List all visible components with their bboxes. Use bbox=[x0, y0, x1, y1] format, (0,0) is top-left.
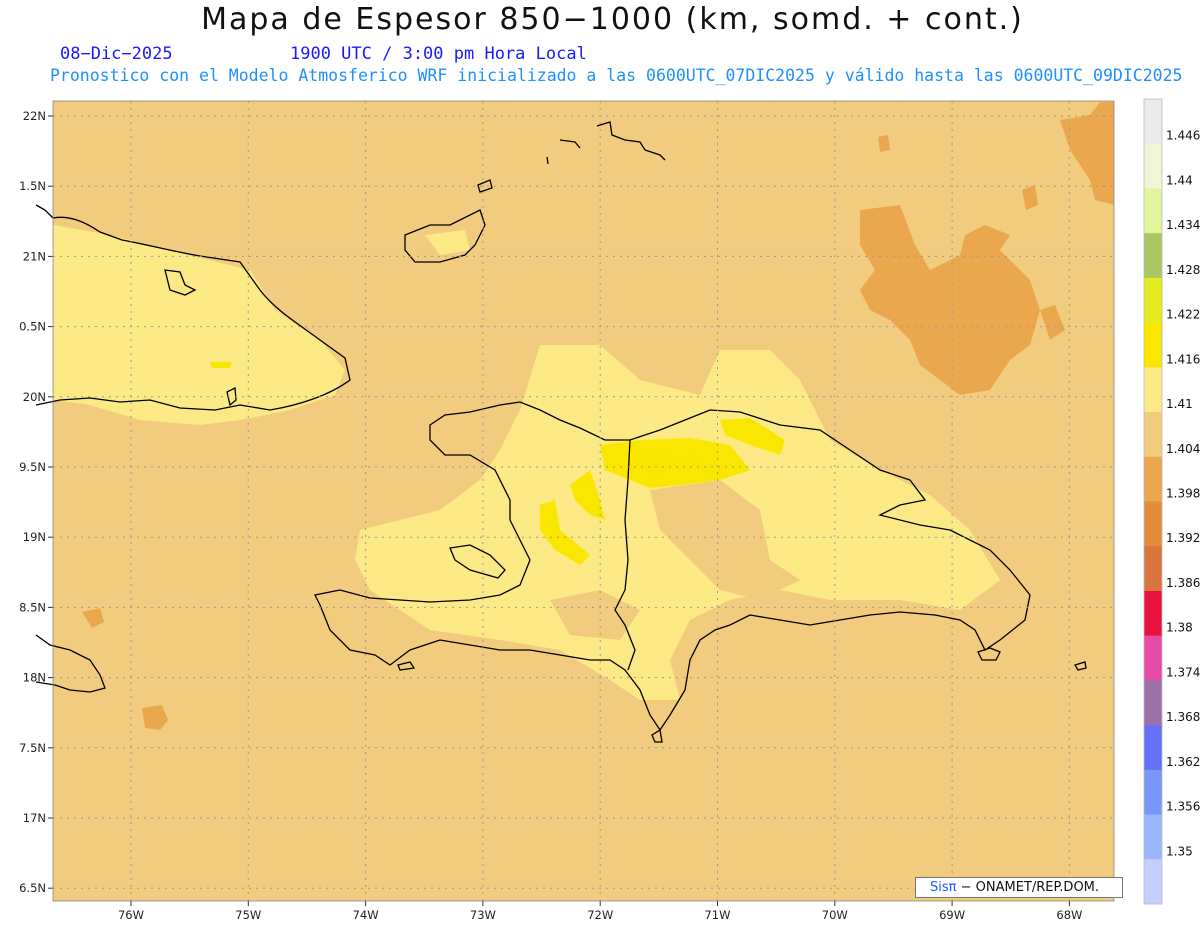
thickness-max-cuba bbox=[210, 362, 232, 368]
colorbar-label: 1.422 bbox=[1166, 308, 1200, 322]
colorbar-label: 1.434 bbox=[1166, 218, 1200, 232]
colorbar-swatch bbox=[1144, 456, 1162, 502]
lat-label: 21N bbox=[23, 249, 46, 263]
lat-label: 19N bbox=[23, 530, 46, 544]
colorbar-label: 1.38 bbox=[1166, 621, 1193, 635]
colorbar-swatch bbox=[1144, 859, 1162, 905]
colorbar-swatch bbox=[1144, 725, 1162, 771]
lat-label: 0.5N bbox=[19, 320, 46, 334]
colorbar-swatch bbox=[1144, 99, 1162, 145]
colorbar-swatch bbox=[1144, 501, 1162, 547]
lon-label: 74W bbox=[353, 908, 379, 922]
colorbar-swatch bbox=[1144, 769, 1162, 815]
colorbar-label: 1.398 bbox=[1166, 487, 1200, 501]
colorbar-label: 1.41 bbox=[1166, 397, 1193, 411]
lon-label: 71W bbox=[704, 908, 730, 922]
lat-label: 8.5N bbox=[19, 600, 46, 614]
colorbar-swatch bbox=[1144, 233, 1162, 279]
colorbar-label: 1.428 bbox=[1166, 263, 1200, 277]
colorbar: 1.446 1.44 1.434 1.428 1.422 1.416 1.41 1.404 1.… bbox=[1143, 98, 1200, 905]
coastline-cuba-north bbox=[35, 204, 54, 219]
colorbar-label: 1.368 bbox=[1166, 710, 1200, 724]
lat-label: 20N bbox=[23, 390, 46, 404]
lon-label: 76W bbox=[118, 908, 144, 922]
colorbar-swatch bbox=[1144, 277, 1162, 323]
lat-label: 17N bbox=[23, 811, 46, 825]
colorbar-label: 1.446 bbox=[1166, 129, 1200, 143]
lat-label: 18N bbox=[23, 671, 46, 685]
credit-text: − ONAMET/REP.DOM. bbox=[960, 880, 1100, 895]
lon-label: 75W bbox=[235, 908, 261, 922]
colorbar-label: 1.416 bbox=[1166, 352, 1200, 366]
colorbar-swatch bbox=[1144, 322, 1162, 368]
colorbar-label: 1.362 bbox=[1166, 755, 1200, 769]
colorbar-label: 1.374 bbox=[1166, 665, 1200, 679]
lon-label: 70W bbox=[822, 908, 848, 922]
thickness-map: 76W 75W 74W 73W 72W 71W 70W 69W 68W 22N 1.5N 21N 0.5… bbox=[19, 98, 1200, 922]
thickness-min-small-5 bbox=[878, 135, 890, 152]
lat-label: 7.5N bbox=[19, 741, 46, 755]
lon-label: 72W bbox=[587, 908, 613, 922]
credit-brand: Sisπ bbox=[930, 880, 957, 895]
colorbar-label: 1.404 bbox=[1166, 442, 1200, 456]
colorbar-swatch bbox=[1144, 412, 1162, 458]
lat-label: 6.5N bbox=[19, 881, 46, 895]
lon-label: 68W bbox=[1056, 908, 1082, 922]
colorbar-label: 1.386 bbox=[1166, 576, 1200, 590]
colorbar-label: 1.392 bbox=[1166, 531, 1200, 545]
colorbar-swatch bbox=[1144, 188, 1162, 234]
colorbar-swatch bbox=[1144, 143, 1162, 189]
lon-label: 73W bbox=[470, 908, 496, 922]
colorbar-label: 1.356 bbox=[1166, 800, 1200, 814]
credit-box: Sisπ − ONAMET/REP.DOM. bbox=[915, 877, 1123, 898]
colorbar-swatch bbox=[1144, 635, 1162, 681]
colorbar-label: 1.35 bbox=[1166, 844, 1193, 858]
colorbar-swatch bbox=[1144, 814, 1162, 860]
lat-label: 9.5N bbox=[19, 460, 46, 474]
colorbar-swatch bbox=[1144, 367, 1162, 413]
colorbar-swatch bbox=[1144, 546, 1162, 592]
lon-label: 69W bbox=[939, 908, 965, 922]
map-area bbox=[53, 101, 1114, 901]
colorbar-swatch bbox=[1144, 590, 1162, 636]
lat-label: 1.5N bbox=[19, 179, 46, 193]
colorbar-swatch bbox=[1144, 680, 1162, 726]
colorbar-label: 1.44 bbox=[1166, 173, 1193, 187]
lat-label: 22N bbox=[23, 109, 46, 123]
